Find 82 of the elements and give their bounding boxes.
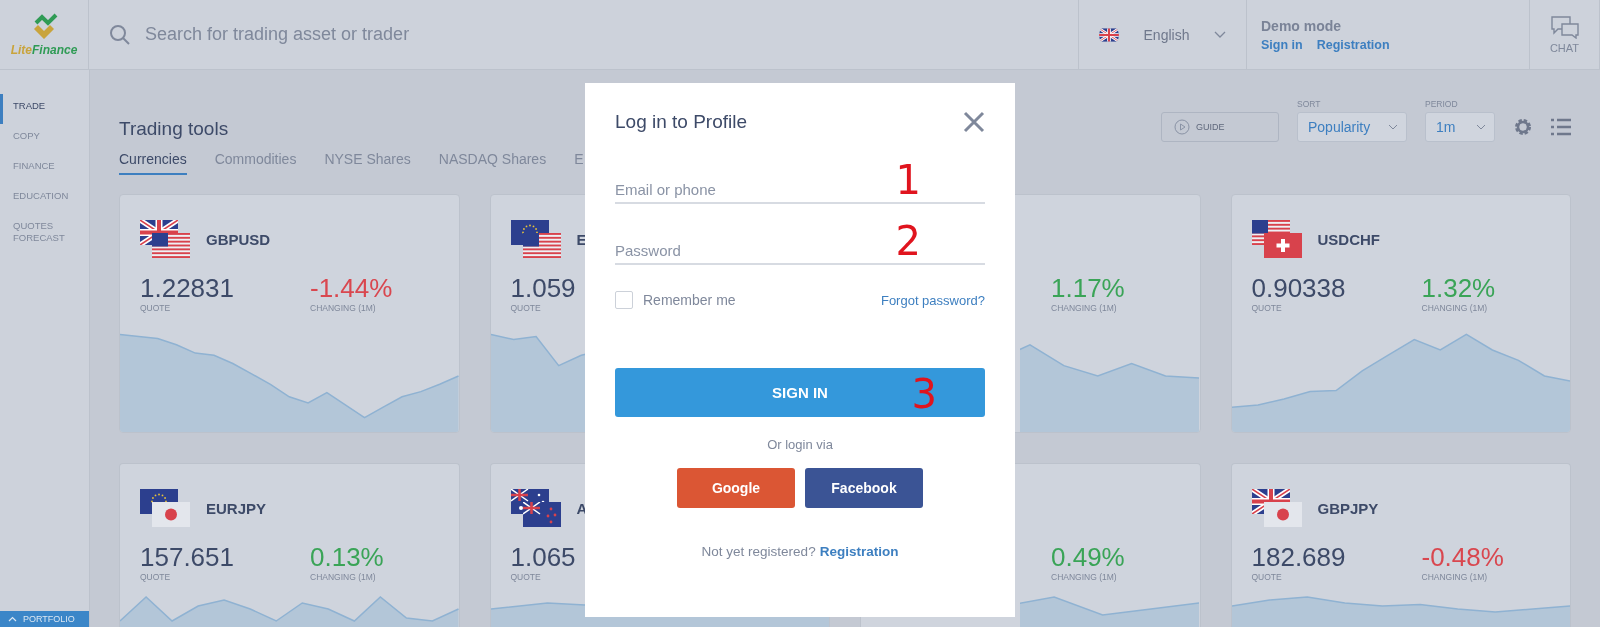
guide-button[interactable]: GUIDE <box>1161 112 1279 142</box>
period-select[interactable]: 1m <box>1425 112 1495 142</box>
asset-name: GBPUSD <box>206 230 271 248</box>
change-value: 0.13% <box>310 542 384 572</box>
close-icon <box>963 111 985 133</box>
category-tab[interactable]: NYSE Shares <box>324 143 411 175</box>
change-value: -1.44% <box>310 273 393 303</box>
remember-label: Remember me <box>643 292 736 308</box>
quote-label: QUOTE <box>1251 303 1282 313</box>
quote-value: 157.651 <box>140 542 234 572</box>
header-link[interactable]: Registration <box>1316 37 1390 52</box>
remember-checkbox[interactable] <box>615 291 633 309</box>
new-zealand-flag-icon <box>522 502 561 527</box>
us-flag-icon <box>522 233 561 258</box>
japan-flag-icon <box>1263 502 1302 527</box>
quote-label: QUOTE <box>140 303 171 313</box>
sidebar-item[interactable]: EDUCATION <box>0 184 80 214</box>
social-login-button[interactable]: Google <box>677 468 795 508</box>
chat-button[interactable]: CHAT <box>1530 14 1599 55</box>
sidebar-item[interactable]: COPY <box>0 124 80 154</box>
sort-label: SORT <box>1297 99 1322 109</box>
logo-text: LiteFinance <box>10 42 78 57</box>
quote-value: 1.065 <box>510 542 576 572</box>
quote-label: QUOTE <box>140 572 171 582</box>
quote-label: QUOTE <box>1251 572 1282 582</box>
change-label: CHANGING (1M) <box>310 303 376 313</box>
change-value: -0.48% <box>1421 542 1504 572</box>
alt-login-text: Or login via <box>766 437 834 452</box>
list-view-icon[interactable] <box>1551 118 1571 136</box>
quote-value: 1.059 <box>510 273 576 303</box>
change-label: CHANGING (1M) <box>1051 572 1117 582</box>
sidebar-item[interactable]: TRADE <box>0 94 80 124</box>
category-tab[interactable]: E <box>574 143 584 175</box>
demo-mode-label: Demo mode <box>1261 17 1342 34</box>
us-flag-icon <box>152 233 190 258</box>
change-label: CHANGING (1M) <box>310 572 376 582</box>
settings-icon[interactable] <box>1513 117 1533 137</box>
social-login-button[interactable]: Facebook <box>805 468 923 508</box>
japan-flag-icon <box>152 502 190 527</box>
caret-up-icon <box>8 616 17 622</box>
change-label: CHANGING (1M) <box>1051 303 1117 313</box>
sidebar-item[interactable]: QUOTES FORECAST <box>0 214 80 244</box>
close-button[interactable] <box>963 111 985 133</box>
change-value: 1.17% <box>1051 273 1125 303</box>
category-tab[interactable]: Commodities <box>214 143 297 175</box>
asset-card[interactable]: GBPJPY 182.689 QUOTE -0.48% CHANGING (1M) <box>1230 463 1571 627</box>
quote-label: QUOTE <box>510 303 541 313</box>
portfolio-button[interactable]: PORTFOLIO <box>0 611 89 627</box>
chat-bubbles-icon <box>1549 15 1580 39</box>
swiss-flag-icon <box>1263 233 1302 258</box>
quote-value: 0.90338 <box>1251 273 1346 303</box>
quote-value: 182.689 <box>1251 542 1346 572</box>
forgot-password-link[interactable]: Forgot password? <box>880 292 985 308</box>
change-label: CHANGING (1M) <box>1421 572 1488 582</box>
annotation-number: 3 <box>911 374 937 414</box>
change-value: 0.49% <box>1051 542 1125 572</box>
quote-value: 1.22831 <box>140 273 234 303</box>
sidebar-item[interactable]: FINANCE <box>0 154 80 184</box>
asset-card[interactable]: EURJPY 157.651 QUOTE 0.13% CHANGING (1M) <box>119 463 460 627</box>
chevron-down-icon <box>1214 30 1226 39</box>
register-prompt: Not yet registered? <box>701 544 816 559</box>
search-icon <box>109 23 131 46</box>
page-title: Trading tools <box>119 118 229 140</box>
category-tab[interactable]: NASDAQ Shares <box>438 143 547 175</box>
search-field[interactable]: Search for trading asset or trader <box>145 22 745 47</box>
change-label: CHANGING (1M) <box>1421 303 1488 313</box>
change-value: 1.32% <box>1421 273 1496 303</box>
header-link[interactable]: Sign in <box>1261 37 1303 52</box>
category-tab[interactable]: Currencies <box>119 143 187 175</box>
asset-name: USDCHF <box>1317 230 1380 248</box>
asset-card[interactable]: GBPUSD 1.22831 QUOTE -1.44% CHANGING (1M) <box>119 194 460 433</box>
chevron-down-icon <box>1388 124 1398 130</box>
language-select[interactable]: English <box>1079 0 1246 69</box>
asset-name: EURJPY <box>206 499 267 517</box>
chevron-down-icon <box>1476 124 1486 130</box>
asset-card[interactable]: USDCHF 0.90338 QUOTE 1.32% CHANGING (1M) <box>1230 194 1571 433</box>
play-icon <box>1174 119 1190 135</box>
period-label: PERIOD <box>1425 99 1459 109</box>
sort-select[interactable]: Popularity <box>1297 112 1407 142</box>
quote-label: QUOTE <box>510 572 541 582</box>
asset-name: GBPJPY <box>1317 499 1379 517</box>
dialog-title: Log in to Profile <box>615 111 748 133</box>
